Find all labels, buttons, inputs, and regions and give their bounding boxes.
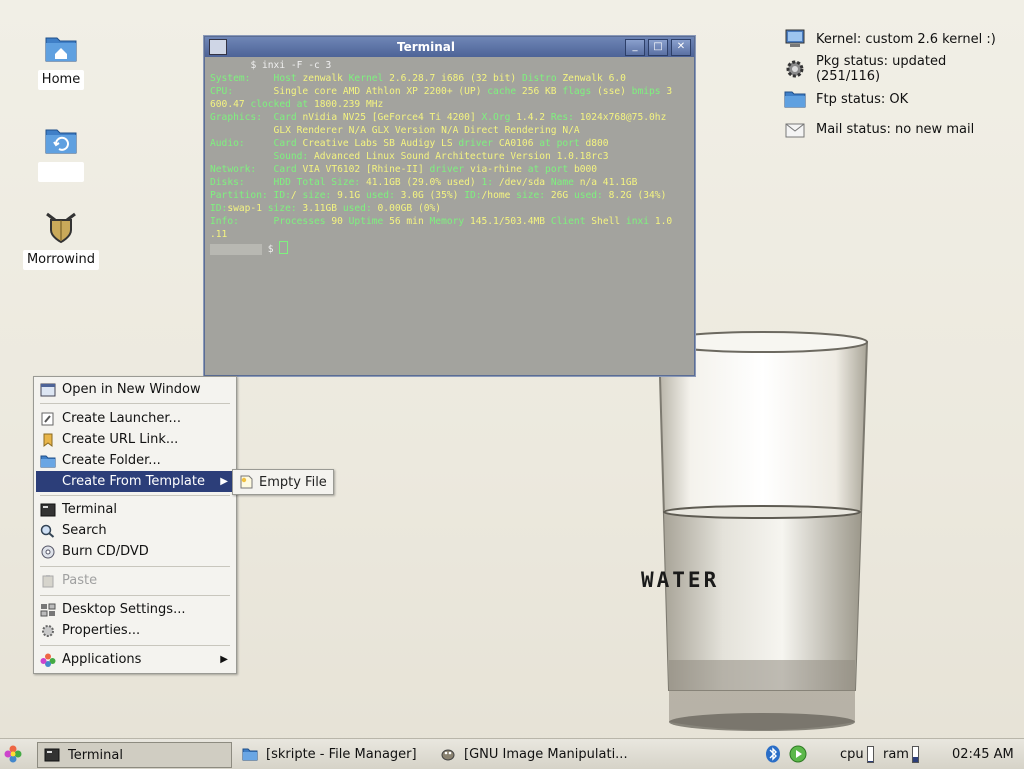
clock[interactable]: 02:45 AM — [952, 742, 1014, 766]
wallpaper-water-text: WATER — [641, 568, 719, 592]
gimp-icon — [440, 747, 456, 761]
desktop-icon-trash[interactable] — [21, 122, 101, 186]
water-glass-illustration — [655, 330, 870, 738]
ftp-status: Ftp status: OK — [784, 84, 1014, 114]
taskbar-item-gimp[interactable]: [GNU Image Manipulati... — [434, 742, 634, 766]
menu-item-applications[interactable]: Applications ▶ — [36, 649, 234, 670]
desktop-settings-icon — [40, 603, 56, 617]
menu-separator — [40, 495, 230, 496]
terminal-line: Sound: Advanced Linux Sound Architecture… — [210, 150, 689, 163]
ram-meter — [912, 746, 919, 763]
folder-icon — [40, 454, 56, 468]
menu-item-burn-cd-dvd[interactable]: Burn CD/DVD — [36, 541, 234, 562]
menu-separator — [40, 566, 230, 567]
terminal-line: 600.47 clocked at 1800.239 MHz — [210, 98, 689, 111]
taskbar: Terminal [skripte - File Manager] [GNU I… — [0, 738, 1024, 769]
sync-folder-icon — [43, 122, 79, 158]
minimize-icon[interactable]: _ — [625, 39, 645, 56]
computer-icon — [784, 28, 806, 50]
home-folder-icon — [43, 30, 79, 66]
menu-item-terminal[interactable]: Terminal — [36, 499, 234, 520]
bookmark-icon — [40, 433, 56, 447]
menu-item-create-folder[interactable]: Create Folder... — [36, 450, 234, 471]
file-icon — [239, 475, 254, 489]
menu-separator — [40, 645, 230, 646]
maximize-icon[interactable]: □ — [648, 39, 668, 56]
window-title: Terminal — [227, 40, 625, 54]
disc-icon — [40, 545, 56, 559]
menu-separator — [40, 403, 230, 404]
terminal-line: ID:swap-1 size: 3.11GB used: 0.00GB (0%) — [210, 202, 689, 215]
terminal-line: Partition: ID:/ size: 9.1G used: 3.0G (3… — [210, 189, 689, 202]
cpu-monitor: cpu — [840, 742, 874, 766]
terminal-line: Audio: Card Creative Labs SB Audigy LS d… — [210, 137, 689, 150]
menu-item-create-from-template[interactable]: Create From Template ▶ — [36, 471, 234, 492]
menu-item-create-url-link[interactable]: Create URL Link... — [36, 429, 234, 450]
menu-item-search[interactable]: Search — [36, 520, 234, 541]
close-icon[interactable]: ✕ — [671, 39, 691, 56]
terminal-window[interactable]: Terminal _ □ ✕ $ inxi -F -c 3System: Hos… — [204, 36, 695, 376]
submenu-arrow-icon: ▶ — [220, 654, 228, 665]
taskbar-item-terminal[interactable]: Terminal — [37, 742, 232, 768]
terminal-app-icon[interactable] — [209, 39, 227, 55]
cpu-meter — [867, 746, 874, 763]
terminal-line: GLX Renderer N/A GLX Version N/A Direct … — [210, 124, 689, 137]
desktop-context-menu[interactable]: Open in New Window Create Launcher... Cr… — [33, 376, 237, 674]
template-submenu[interactable]: Empty File — [232, 469, 334, 495]
terminal-line: CPU: Single core AMD Athlon XP 2200+ (UP… — [210, 85, 689, 98]
menu-item-open-new-window[interactable]: Open in New Window — [36, 379, 234, 400]
pkg-status: Pkg status: updated (251/116) — [784, 54, 1014, 84]
terminal-line: Network: Card VIA VT6102 [Rhine-II] driv… — [210, 163, 689, 176]
terminal-command-line: $ inxi -F -c 3 — [210, 59, 689, 72]
clipboard-icon — [40, 574, 56, 588]
folder-icon — [784, 88, 806, 110]
desktop-icon-label — [38, 162, 84, 182]
desktop-icon-label: Home — [38, 70, 84, 90]
window-icon — [40, 383, 56, 397]
terminal-icon — [40, 503, 56, 517]
system-info-widgets: Kernel: custom 2.6 kernel :) Pkg status:… — [784, 24, 1014, 144]
menu-item-desktop-settings[interactable]: Desktop Settings... — [36, 599, 234, 620]
menu-item-empty-file[interactable]: Empty File — [259, 475, 327, 490]
menu-item-properties[interactable]: Properties... — [36, 620, 234, 641]
desktop[interactable]: Home Morrowind — [0, 0, 1024, 738]
search-icon — [40, 524, 56, 538]
menu-item-create-launcher[interactable]: Create Launcher... — [36, 408, 234, 429]
mail-status: Mail status: no new mail — [784, 114, 1014, 144]
menu-item-paste: Paste — [36, 570, 234, 591]
properties-icon — [40, 624, 56, 638]
taskbar-item-file-manager[interactable]: [skripte - File Manager] — [236, 742, 432, 766]
desktop-icon-label: Morrowind — [23, 250, 99, 270]
terminal-line: Disks: HDD Total Size: 41.1GB (29.0% use… — [210, 176, 689, 189]
ram-monitor: ram — [883, 742, 919, 766]
mail-icon — [784, 118, 806, 140]
desktop-icon-home[interactable]: Home — [21, 30, 101, 90]
launcher-icon — [40, 412, 56, 426]
bluetooth-icon[interactable] — [764, 745, 782, 763]
terminal-icon — [44, 748, 60, 762]
terminal-line: .11 — [210, 228, 689, 241]
applications-icon — [40, 653, 56, 667]
terminal-prompt-line: $ — [210, 241, 689, 256]
terminal-cursor — [279, 241, 288, 254]
gear-icon — [784, 58, 806, 80]
submenu-arrow-icon: ▶ — [220, 476, 228, 487]
play-icon[interactable] — [789, 745, 807, 763]
terminal-line: System: Host zenwalk Kernel 2.6.28.7 i68… — [210, 72, 689, 85]
terminal-line: Graphics: Card nVidia NV25 [GeForce4 Ti … — [210, 111, 689, 124]
shield-icon — [43, 210, 79, 246]
terminal-output[interactable]: $ inxi -F -c 3System: Host zenwalk Kerne… — [208, 59, 691, 372]
terminal-titlebar[interactable]: Terminal _ □ ✕ — [205, 37, 694, 57]
kernel-status: Kernel: custom 2.6 kernel :) — [784, 24, 1014, 54]
folder-icon — [242, 747, 258, 761]
start-menu-icon[interactable] — [3, 744, 23, 764]
terminal-line: Info: Processes 90 Uptime 56 min Memory … — [210, 215, 689, 228]
desktop-icon-morrowind[interactable]: Morrowind — [21, 210, 101, 270]
menu-separator — [40, 595, 230, 596]
